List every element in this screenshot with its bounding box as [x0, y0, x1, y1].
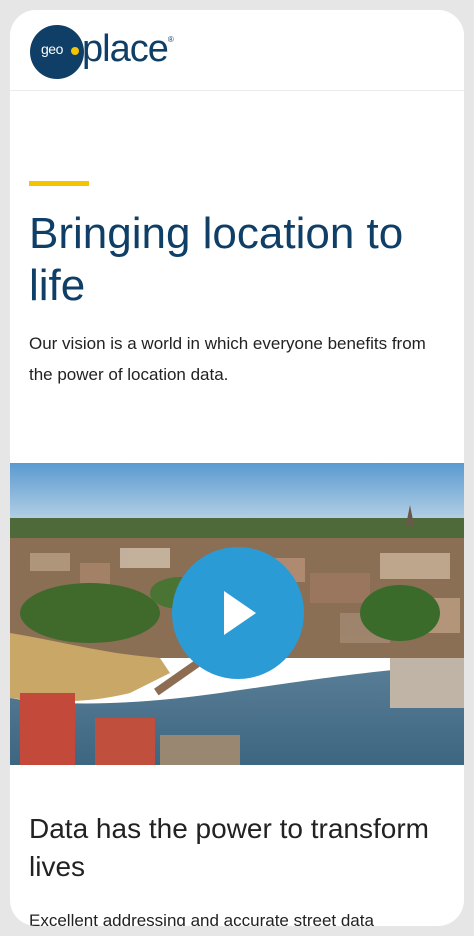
logo-dot	[71, 47, 79, 55]
site-header: geo place ®	[10, 10, 464, 91]
hero-description: Our vision is a world in which everyone …	[29, 334, 426, 384]
accent-bar	[29, 181, 89, 186]
page-viewport[interactable]: geo place ® Bringing location to life Ou…	[10, 10, 464, 926]
logo-prefix: geo	[41, 41, 63, 57]
logo-registered-mark: ®	[167, 35, 174, 44]
logo-mark: geo	[30, 25, 84, 79]
play-video-button[interactable]	[172, 547, 304, 679]
logo-wordmark: place	[82, 28, 169, 70]
hero-title: Bringing location to life	[29, 209, 404, 310]
geoplace-logo[interactable]: geo place ®	[30, 25, 174, 79]
play-icon	[224, 591, 256, 635]
section-description: Excellent addressing and accurate street…	[29, 911, 374, 926]
section-title: Data has the power to transform lives	[29, 813, 429, 882]
phone-frame: geo place ® Bringing location to life Ou…	[0, 0, 474, 936]
